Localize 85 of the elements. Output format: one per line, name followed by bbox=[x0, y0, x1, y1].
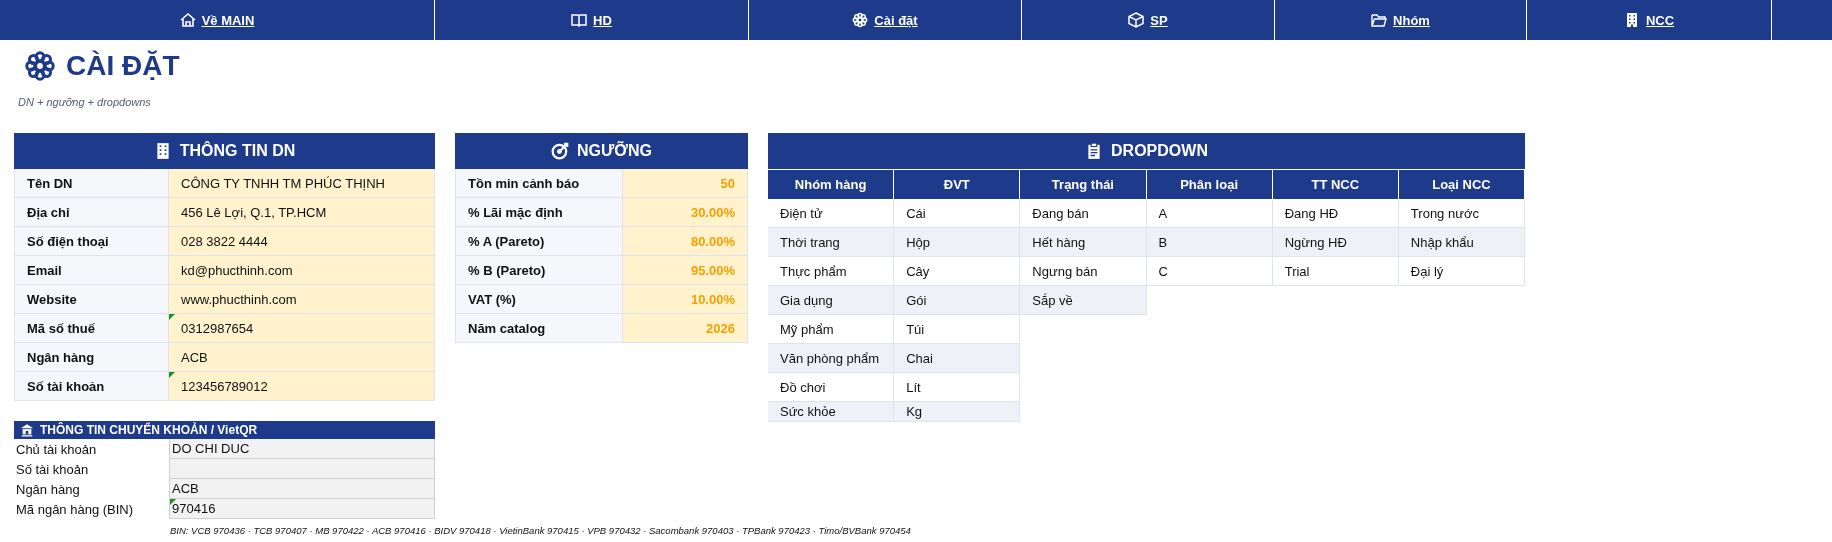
column-header: ĐVT bbox=[894, 169, 1021, 199]
field-label: Email bbox=[14, 256, 169, 284]
field-value: 50 bbox=[623, 169, 748, 197]
column-header: Trạng thái bbox=[1020, 169, 1147, 199]
table-cell: Sắp về bbox=[1020, 286, 1147, 315]
table-cell: Nhập khẩu bbox=[1398, 228, 1526, 257]
field-label: VAT (%) bbox=[455, 285, 623, 313]
table-cell: Ngừng HĐ bbox=[1272, 228, 1399, 257]
field-label: Chủ tài khoản bbox=[15, 440, 98, 459]
home-icon bbox=[179, 12, 196, 28]
table-cell: Đại lý bbox=[1398, 257, 1526, 286]
panel-title: NGƯỠNG bbox=[577, 142, 652, 160]
field-value: 30.00% bbox=[623, 198, 748, 226]
field-value: www.phucthinh.com bbox=[169, 285, 435, 313]
table-cell: Sức khỏe bbox=[768, 402, 895, 422]
table-cell: Cây bbox=[894, 257, 1021, 286]
table-cell: Hết hàng bbox=[1020, 228, 1147, 257]
field-label: Website bbox=[14, 285, 169, 313]
table-cell: Gia dụng bbox=[768, 286, 895, 315]
field-value: 028 3822 4444 bbox=[169, 227, 435, 255]
table-cell: Trong nước bbox=[1398, 199, 1526, 228]
input-field[interactable]: ACB bbox=[169, 479, 435, 499]
field-label: Tên DN bbox=[14, 169, 169, 197]
panel-title: DROPDOWN bbox=[1111, 142, 1208, 160]
field-value: 95.00% bbox=[623, 256, 748, 284]
folder-icon bbox=[1371, 12, 1388, 28]
page-subtitle: DN + ngưỡng + dropdowns bbox=[18, 96, 152, 110]
target-icon bbox=[551, 142, 570, 160]
field-value: ACB bbox=[169, 343, 435, 371]
table-cell: Điện tử bbox=[768, 199, 895, 228]
gear-icon bbox=[24, 50, 56, 82]
table-cell: C bbox=[1146, 257, 1273, 286]
input-field[interactable]: 970416 bbox=[169, 499, 435, 519]
field-label: % Lãi mặc định bbox=[455, 198, 623, 226]
table-cell: Mỹ phẩm bbox=[768, 315, 895, 344]
table-cell: Chai bbox=[894, 344, 1021, 373]
field-label: Số tài khoản bbox=[15, 460, 90, 479]
table-cell: Thời trang bbox=[768, 228, 895, 257]
box-icon bbox=[1128, 12, 1145, 28]
table-cell: Đang bán bbox=[1020, 199, 1147, 228]
input-field[interactable] bbox=[169, 459, 435, 479]
gear-icon bbox=[852, 12, 869, 28]
table-cell: Gói bbox=[894, 286, 1021, 315]
table-cell: Ngưng bán bbox=[1020, 257, 1147, 286]
field-value: 0312987654 bbox=[169, 314, 435, 342]
table-cell: Đồ chơi bbox=[768, 373, 895, 402]
field-value: 456 Lê Lợi, Q.1, TP.HCM bbox=[169, 198, 435, 226]
bin-note: BIN: VCB 970436 · TCB 970407 · MB 970422 · ACB 970416 · BIDV 970418 · VietinBank 970415 · VPB 970432 · Sacombank 970403 · TPBank 970423 · Timo/BVBank 970454 bbox=[170, 524, 911, 538]
field-label: Ngân hàng bbox=[14, 343, 169, 371]
field-value: CÔNG TY TNHH TM PHÚC THỊNH bbox=[169, 169, 435, 197]
table-cell: Văn phòng phẩm bbox=[768, 344, 895, 373]
column-header: Loại NCC bbox=[1398, 169, 1526, 199]
input-field[interactable]: DO CHI DUC bbox=[169, 439, 435, 459]
field-label: % B (Pareto) bbox=[455, 256, 623, 284]
field-value: kd@phucthinh.com bbox=[169, 256, 435, 284]
field-value: 2026 bbox=[623, 314, 748, 342]
page-title: CÀI ĐẶT bbox=[66, 50, 180, 82]
table-cell: Kg bbox=[894, 402, 1021, 422]
field-label: Tồn min cảnh báo bbox=[455, 169, 623, 197]
field-label: Mã số thuế bbox=[14, 314, 169, 342]
field-label: Số tài khoản bbox=[14, 372, 169, 400]
field-label: Mã ngân hàng (BIN) bbox=[15, 500, 135, 519]
table-cell: Lít bbox=[894, 373, 1021, 402]
field-label: Số điện thoại bbox=[14, 227, 169, 255]
table-cell: Trial bbox=[1272, 257, 1399, 286]
column-header: Nhóm hàng bbox=[768, 169, 895, 199]
table-cell: A bbox=[1146, 199, 1273, 228]
table-cell: Đang HĐ bbox=[1272, 199, 1399, 228]
field-value: 10.00% bbox=[623, 285, 748, 313]
field-label: % A (Pareto) bbox=[455, 227, 623, 255]
column-header: TT NCC bbox=[1272, 169, 1399, 199]
field-label: Ngân hàng bbox=[15, 480, 81, 499]
table-cell: B bbox=[1146, 228, 1273, 257]
field-value: 80.00% bbox=[623, 227, 748, 255]
field-value: 123456789012 bbox=[169, 372, 435, 400]
book-icon bbox=[571, 12, 588, 28]
panel-title: THÔNG TIN DN bbox=[179, 142, 296, 160]
column-header: Phân loại bbox=[1146, 169, 1273, 199]
field-label: Năm catalog bbox=[455, 314, 623, 342]
table-cell: Túi bbox=[894, 315, 1021, 344]
table-cell: Thực phẩm bbox=[768, 257, 895, 286]
table-cell: Hộp bbox=[894, 228, 1021, 257]
panel-title: THÔNG TIN CHUYỂN KHOẢN / VietQR bbox=[40, 423, 258, 437]
field-label: Địa chỉ bbox=[14, 198, 169, 226]
table-cell: Cái bbox=[894, 199, 1021, 228]
